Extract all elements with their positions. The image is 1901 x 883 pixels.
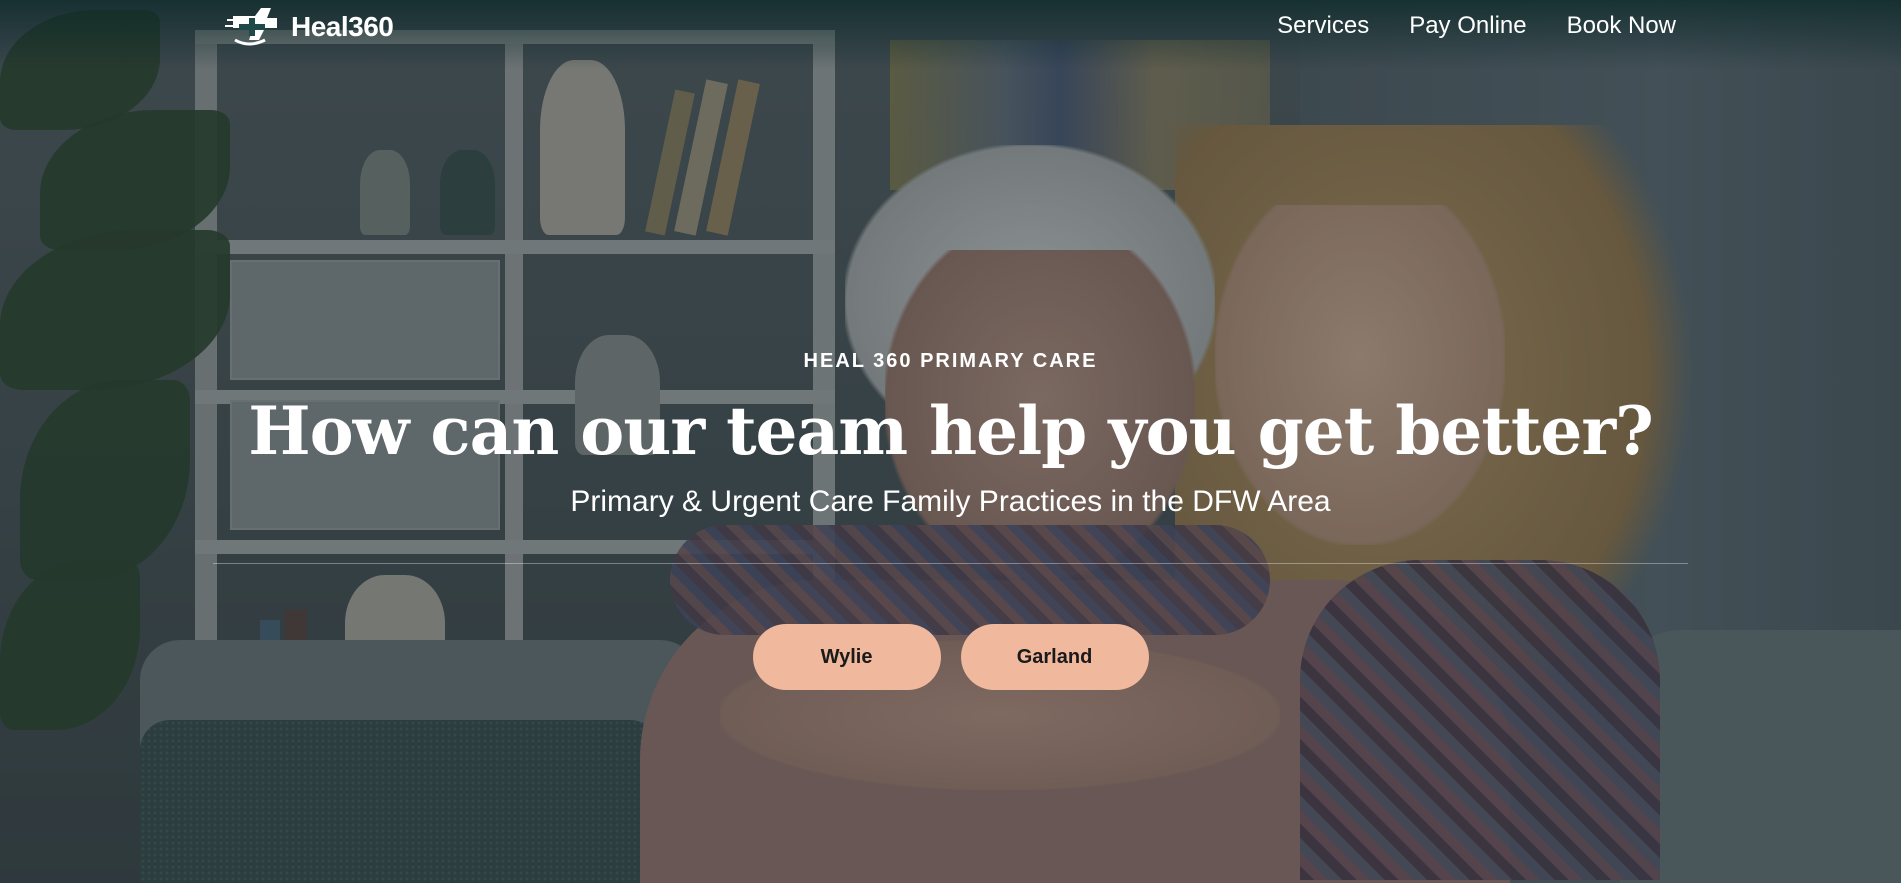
main-nav: Services Pay Online Book Now bbox=[1277, 12, 1676, 40]
hero-headline: How can our team help you get better? bbox=[248, 392, 1654, 470]
site-header: Heal360 Services Pay Online Book Now bbox=[0, 0, 1901, 54]
hero-divider bbox=[213, 563, 1688, 564]
hero-eyebrow: HEAL 360 PRIMARY CARE bbox=[803, 350, 1098, 372]
logo[interactable]: Heal360 bbox=[225, 2, 394, 53]
garland-button[interactable]: Garland bbox=[960, 624, 1149, 690]
nav-book-now[interactable]: Book Now bbox=[1567, 12, 1676, 40]
wylie-button[interactable]: Wylie bbox=[752, 624, 941, 690]
nav-services[interactable]: Services bbox=[1277, 12, 1369, 40]
nav-pay-online[interactable]: Pay Online bbox=[1409, 12, 1526, 40]
logo-icon bbox=[225, 2, 285, 53]
logo-text: Heal360 bbox=[291, 11, 394, 42]
hero-subheading: Primary & Urgent Care Family Practices i… bbox=[570, 485, 1331, 518]
location-buttons: Wylie Garland bbox=[0, 624, 1901, 690]
